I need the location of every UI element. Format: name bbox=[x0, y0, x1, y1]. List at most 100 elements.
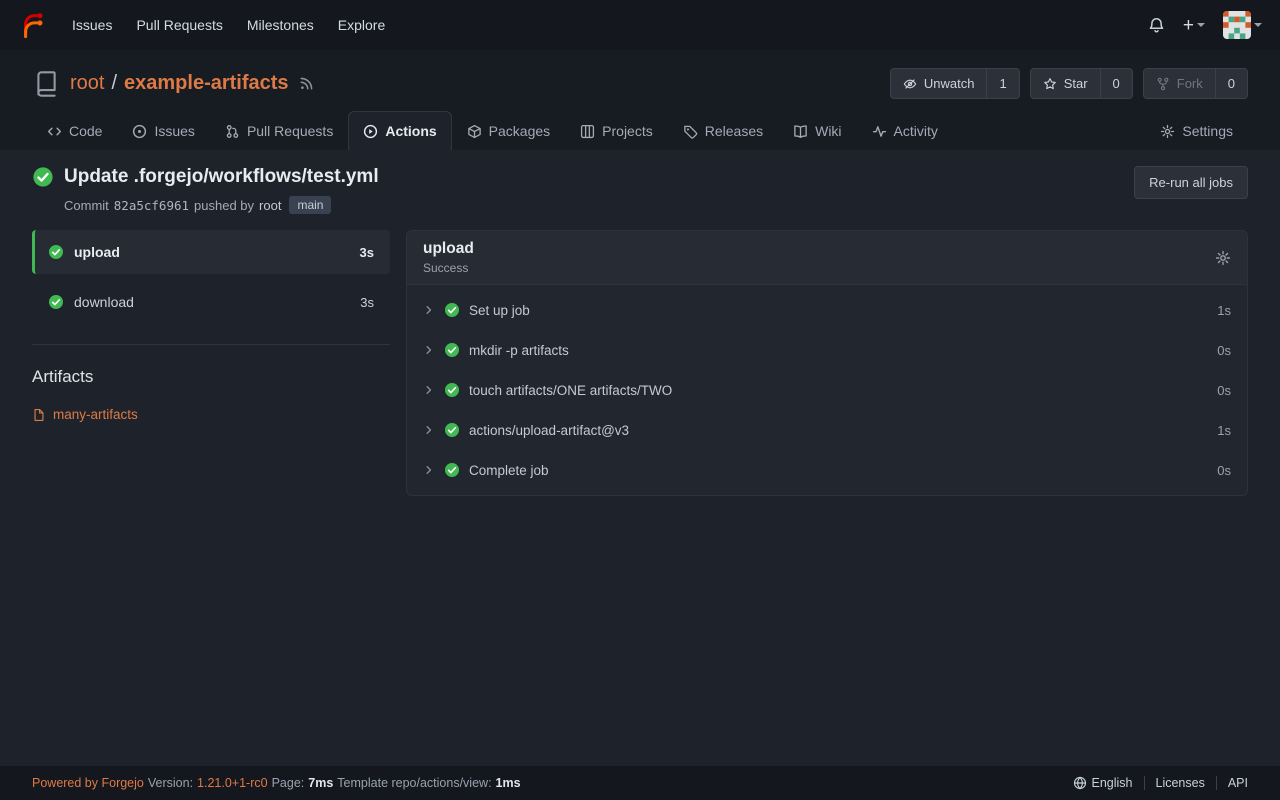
stars-count[interactable]: 0 bbox=[1100, 69, 1132, 98]
job-steps-list: Set up job 1s mkdir -p artifacts 0s bbox=[407, 285, 1247, 495]
create-new-dropdown[interactable]: + bbox=[1183, 16, 1205, 35]
language-selector[interactable]: English bbox=[1073, 776, 1133, 790]
job-settings-button[interactable] bbox=[1215, 250, 1231, 266]
forks-count[interactable]: 0 bbox=[1215, 69, 1247, 98]
commit-author[interactable]: root bbox=[259, 198, 281, 213]
step-duration: 0s bbox=[1217, 383, 1231, 398]
step-duration: 1s bbox=[1217, 423, 1231, 438]
file-icon bbox=[32, 408, 46, 422]
step-row-mkdir[interactable]: mkdir -p artifacts 0s bbox=[407, 330, 1247, 370]
tab-settings[interactable]: Settings bbox=[1145, 111, 1248, 150]
navbar-right: + bbox=[1148, 11, 1262, 39]
tab-label: Issues bbox=[154, 123, 194, 139]
step-row-touch[interactable]: touch artifacts/ONE artifacts/TWO 0s bbox=[407, 370, 1247, 410]
job-duration: 3s bbox=[360, 245, 374, 260]
tab-activity[interactable]: Activity bbox=[857, 111, 953, 150]
tab-label: Releases bbox=[705, 123, 763, 139]
notifications-button[interactable] bbox=[1148, 17, 1165, 34]
sidebar-divider bbox=[32, 344, 390, 345]
artifact-link-many-artifacts[interactable]: many-artifacts bbox=[32, 407, 390, 422]
branch-badge[interactable]: main bbox=[289, 196, 331, 214]
tab-wiki[interactable]: Wiki bbox=[778, 111, 856, 150]
run-view: Update .forgejo/workflows/test.yml Commi… bbox=[0, 150, 1280, 766]
gear-icon bbox=[1160, 124, 1175, 139]
template-time-value: 1ms bbox=[496, 776, 521, 790]
tab-label: Pull Requests bbox=[247, 123, 333, 139]
avatar bbox=[1223, 11, 1251, 39]
step-label: Set up job bbox=[469, 303, 530, 318]
globe-icon bbox=[1073, 776, 1087, 790]
code-icon bbox=[47, 124, 62, 139]
job-detail-status: Success bbox=[423, 261, 474, 275]
step-row-upload-artifact[interactable]: actions/upload-artifact@v3 1s bbox=[407, 410, 1247, 450]
star-button[interactable]: Star bbox=[1031, 69, 1100, 98]
tab-label: Activity bbox=[894, 123, 938, 139]
job-row-upload[interactable]: upload 3s bbox=[32, 230, 390, 274]
version-link[interactable]: 1.21.0+1-rc0 bbox=[197, 776, 268, 790]
tab-pull-requests[interactable]: Pull Requests bbox=[210, 111, 348, 150]
rerun-all-jobs-button[interactable]: Re-run all jobs bbox=[1134, 166, 1248, 199]
tab-packages[interactable]: Packages bbox=[452, 111, 565, 150]
star-label: Star bbox=[1064, 76, 1088, 91]
api-link[interactable]: API bbox=[1228, 776, 1248, 790]
language-label: English bbox=[1092, 776, 1133, 790]
fork-button[interactable]: Fork bbox=[1144, 69, 1215, 98]
watch-button-group: Unwatch 1 bbox=[890, 68, 1020, 99]
run-title-block: Update .forgejo/workflows/test.yml Commi… bbox=[32, 166, 379, 214]
nav-item-issues[interactable]: Issues bbox=[60, 9, 124, 41]
footer-divider bbox=[1144, 776, 1145, 790]
footer: Powered by Forgejo Version: 1.21.0+1-rc0… bbox=[0, 766, 1280, 800]
step-label: touch artifacts/ONE artifacts/TWO bbox=[469, 383, 672, 398]
run-header: Update .forgejo/workflows/test.yml Commi… bbox=[32, 166, 1248, 214]
success-check-icon bbox=[444, 342, 460, 358]
issue-icon bbox=[132, 124, 147, 139]
artifacts-heading: Artifacts bbox=[32, 367, 390, 387]
step-row-complete-job[interactable]: Complete job 0s bbox=[407, 450, 1247, 490]
nav-item-milestones[interactable]: Milestones bbox=[235, 9, 326, 41]
unwatch-button[interactable]: Unwatch bbox=[891, 69, 987, 98]
top-navbar: Issues Pull Requests Milestones Explore … bbox=[0, 0, 1280, 50]
tab-issues[interactable]: Issues bbox=[117, 111, 209, 150]
template-time-label: Template repo/actions/view: bbox=[337, 776, 491, 790]
forgejo-logo[interactable] bbox=[18, 11, 46, 39]
success-check-icon bbox=[444, 302, 460, 318]
tab-label: Settings bbox=[1182, 123, 1233, 139]
tab-projects[interactable]: Projects bbox=[565, 111, 668, 150]
repository-icon bbox=[32, 70, 60, 98]
page-time-label: Page: bbox=[272, 776, 305, 790]
tabs-spacer bbox=[953, 111, 1146, 150]
tab-code[interactable]: Code bbox=[32, 111, 117, 150]
actions-icon bbox=[363, 124, 378, 139]
chevron-right-icon bbox=[423, 344, 435, 356]
package-icon bbox=[467, 124, 482, 139]
repo-title-row: root / example-artifacts Unwatch 1 bbox=[32, 68, 1248, 99]
fork-button-group: Fork 0 bbox=[1143, 68, 1248, 99]
chevron-down-icon bbox=[1254, 23, 1262, 27]
page-time-value: 7ms bbox=[308, 776, 333, 790]
repo-owner-link[interactable]: root bbox=[70, 72, 104, 95]
nav-item-pull-requests[interactable]: Pull Requests bbox=[124, 9, 234, 41]
rss-button[interactable] bbox=[299, 76, 314, 91]
commit-sha[interactable]: 82a5cf6961 bbox=[114, 198, 189, 213]
plus-icon: + bbox=[1183, 16, 1194, 35]
step-duration: 0s bbox=[1217, 343, 1231, 358]
chevron-right-icon bbox=[423, 424, 435, 436]
job-row-download[interactable]: download 3s bbox=[32, 280, 390, 324]
job-detail-title-block: upload Success bbox=[423, 240, 474, 275]
repo-name-link[interactable]: example-artifacts bbox=[124, 72, 289, 95]
step-row-setup-job[interactable]: Set up job 1s bbox=[407, 290, 1247, 330]
step-duration: 0s bbox=[1217, 463, 1231, 478]
tab-actions[interactable]: Actions bbox=[348, 111, 451, 150]
fork-label: Fork bbox=[1177, 76, 1203, 91]
repo-action-buttons: Unwatch 1 Star 0 bbox=[890, 68, 1248, 99]
repo-separator: / bbox=[111, 72, 117, 95]
user-menu[interactable] bbox=[1223, 11, 1262, 39]
footer-left: Powered by Forgejo Version: 1.21.0+1-rc0… bbox=[32, 776, 521, 790]
licenses-link[interactable]: Licenses bbox=[1156, 776, 1205, 790]
watchers-count[interactable]: 1 bbox=[986, 69, 1018, 98]
tab-releases[interactable]: Releases bbox=[668, 111, 778, 150]
step-label: Complete job bbox=[469, 463, 549, 478]
success-check-icon bbox=[444, 382, 460, 398]
powered-by-link[interactable]: Powered by Forgejo bbox=[32, 776, 144, 790]
nav-item-explore[interactable]: Explore bbox=[326, 9, 397, 41]
